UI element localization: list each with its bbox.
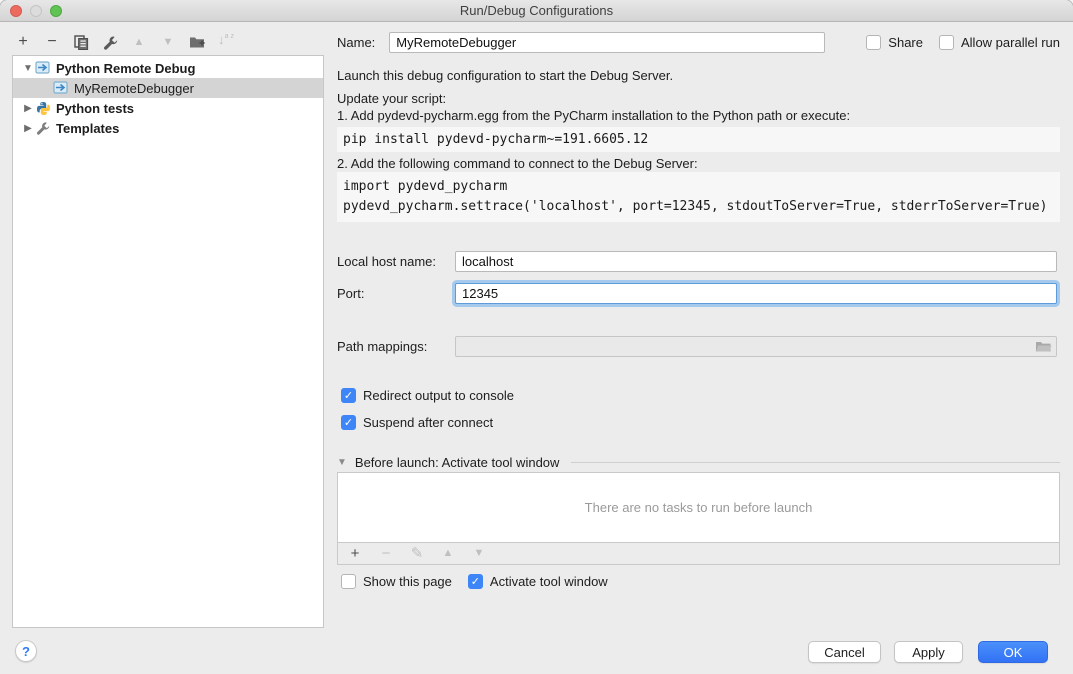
pip-install-command[interactable]: pip install pydevd-pycharm~=191.6605.12: [337, 127, 1060, 152]
collapse-arrow-icon[interactable]: ▼: [337, 457, 347, 468]
chevron-collapsed-icon[interactable]: ▶: [21, 123, 35, 134]
remote-debug-icon: [53, 80, 69, 96]
task-list-toolbar: + − ✎ ▲ ▼: [337, 543, 1060, 565]
edit-defaults-button[interactable]: [101, 33, 119, 51]
arrow-up-icon: ▲: [443, 548, 454, 559]
name-label: Name:: [337, 35, 375, 50]
move-task-up-button[interactable]: ▲: [439, 545, 457, 563]
sort-alphabetically-icon: ↓ a z: [218, 34, 234, 50]
templates-wrench-icon: [35, 120, 51, 136]
checkbox-checked-icon: [341, 415, 356, 430]
code-line-1: import pydevd_pycharm: [343, 177, 1054, 197]
pip-command-text: pip install pydevd-pycharm~=191.6605.12: [343, 130, 1054, 150]
arrow-up-icon: ▲: [134, 37, 145, 48]
step2-text: 2. Add the following command to connect …: [337, 156, 698, 171]
checkbox-unchecked-icon: [939, 35, 954, 50]
minimize-button[interactable]: [30, 5, 42, 17]
remote-debug-icon: [35, 60, 51, 76]
edit-task-button[interactable]: ✎: [408, 545, 426, 563]
tree-item-label: MyRemoteDebugger: [74, 81, 194, 96]
show-this-page-checkbox[interactable]: Show this page: [341, 574, 452, 589]
remove-task-button[interactable]: −: [377, 545, 395, 563]
path-mappings-label: Path mappings:: [337, 339, 455, 354]
path-mappings-input[interactable]: [455, 336, 1057, 357]
configurations-tree: ▼ Python Remote Debug MyRemoteDebugger ▶: [12, 55, 324, 628]
no-tasks-message: There are no tasks to run before launch: [585, 500, 813, 515]
arrow-down-icon: ▼: [163, 37, 174, 48]
python-icon: [35, 100, 51, 116]
name-input[interactable]: [389, 32, 825, 53]
traffic-lights: [10, 5, 62, 17]
tree-item-python-remote-debug[interactable]: ▼ Python Remote Debug: [13, 58, 323, 78]
tree-item-label: Templates: [56, 121, 119, 136]
ok-button[interactable]: OK: [978, 641, 1048, 663]
before-launch-section-header[interactable]: ▼ Before launch: Activate tool window: [337, 455, 1060, 470]
redirect-output-checkbox[interactable]: Redirect output to console: [341, 388, 514, 403]
activate-tool-window-checkbox[interactable]: Activate tool window: [468, 574, 608, 589]
copy-configuration-button[interactable]: [72, 33, 90, 51]
port-label: Port:: [337, 286, 455, 301]
launch-instruction-text: Launch this debug configuration to start…: [337, 68, 673, 83]
allow-parallel-run-checkbox[interactable]: Allow parallel run: [939, 35, 1060, 50]
show-this-page-label: Show this page: [363, 574, 452, 589]
new-folder-icon: [189, 35, 205, 49]
update-script-text: Update your script:: [337, 91, 446, 106]
allow-parallel-run-label: Allow parallel run: [961, 35, 1060, 50]
local-host-name-label: Local host name:: [337, 254, 455, 269]
move-down-button[interactable]: ▼: [159, 33, 177, 51]
minus-icon: −: [382, 546, 391, 561]
port-input[interactable]: [455, 283, 1057, 304]
run-debug-configurations-dialog: Run/Debug Configurations + − ▲ ▼: [0, 0, 1073, 674]
local-host-name-input[interactable]: [455, 251, 1057, 272]
minus-icon: −: [47, 34, 56, 50]
checkbox-checked-icon: [341, 388, 356, 403]
wrench-icon: [103, 35, 118, 50]
remove-configuration-button[interactable]: −: [43, 33, 61, 51]
section-divider: [571, 462, 1060, 463]
share-label: Share: [888, 35, 923, 50]
move-up-button[interactable]: ▲: [130, 33, 148, 51]
arrow-down-icon: ▼: [474, 548, 485, 559]
add-task-button[interactable]: +: [346, 545, 364, 563]
share-checkbox[interactable]: Share: [866, 35, 923, 50]
chevron-collapsed-icon[interactable]: ▶: [21, 103, 35, 114]
folder-icon: [1035, 339, 1052, 354]
move-task-down-button[interactable]: ▼: [470, 545, 488, 563]
question-mark-icon: ?: [22, 644, 30, 659]
browse-path-mappings-button[interactable]: [1035, 339, 1052, 354]
checkbox-unchecked-icon: [866, 35, 881, 50]
before-launch-title: Before launch: Activate tool window: [355, 455, 560, 470]
tree-item-label: Python Remote Debug: [56, 61, 195, 76]
cancel-button[interactable]: Cancel: [808, 641, 881, 663]
suspend-after-connect-label: Suspend after connect: [363, 415, 493, 430]
new-folder-button[interactable]: [188, 33, 206, 51]
pencil-icon: ✎: [411, 546, 424, 561]
suspend-after-connect-checkbox[interactable]: Suspend after connect: [341, 415, 493, 430]
code-line-2: pydevd_pycharm.settrace('localhost', por…: [343, 197, 1054, 217]
chevron-expanded-icon[interactable]: ▼: [21, 63, 35, 74]
settrace-code-block[interactable]: import pydevd_pycharm pydevd_pycharm.set…: [337, 172, 1060, 222]
plus-icon: +: [18, 34, 27, 50]
checkbox-checked-icon: [468, 574, 483, 589]
redirect-output-label: Redirect output to console: [363, 388, 514, 403]
tree-item-templates[interactable]: ▶ Templates: [13, 118, 323, 138]
help-button[interactable]: ?: [15, 640, 37, 662]
plus-icon: +: [351, 546, 360, 561]
before-launch-task-list[interactable]: There are no tasks to run before launch: [337, 472, 1060, 543]
configuration-editor: Name: Share Allow parallel run Launch th…: [337, 0, 1060, 674]
tree-item-myremotedebugger[interactable]: MyRemoteDebugger: [13, 78, 323, 98]
add-configuration-button[interactable]: +: [14, 33, 32, 51]
tree-item-label: Python tests: [56, 101, 134, 116]
apply-button[interactable]: Apply: [894, 641, 963, 663]
step1-text: 1. Add pydevd-pycharm.egg from the PyCha…: [337, 108, 850, 123]
zoom-button[interactable]: [50, 5, 62, 17]
tree-item-python-tests[interactable]: ▶ Python tests: [13, 98, 323, 118]
copy-icon: [74, 35, 89, 50]
close-button[interactable]: [10, 5, 22, 17]
sort-configurations-button[interactable]: ↓ a z: [217, 33, 235, 51]
checkbox-unchecked-icon: [341, 574, 356, 589]
configurations-toolbar: + − ▲ ▼ ↓: [14, 31, 235, 53]
activate-tool-window-label: Activate tool window: [490, 574, 608, 589]
